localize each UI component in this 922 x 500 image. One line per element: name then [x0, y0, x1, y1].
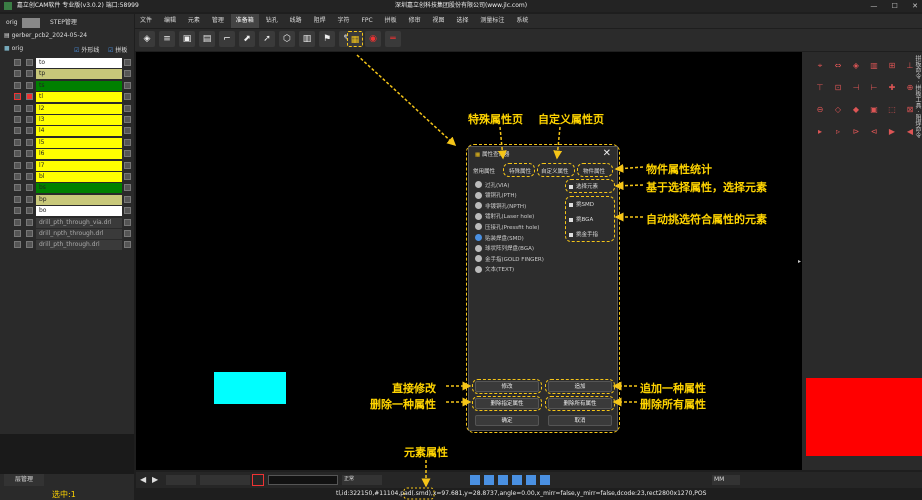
arrow-to-dialog — [356, 54, 457, 147]
arrow-select — [614, 181, 644, 191]
annotation-arrows — [356, 54, 644, 500]
arrow-object — [614, 163, 644, 173]
highlight-status — [403, 487, 435, 500]
arrow-special — [497, 126, 507, 160]
arrow-custom — [553, 126, 563, 160]
